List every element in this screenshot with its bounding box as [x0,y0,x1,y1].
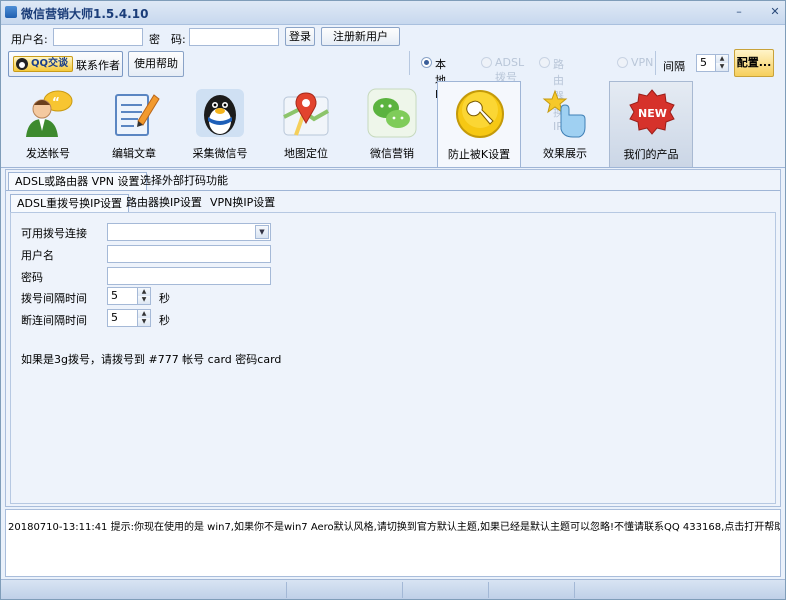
nav-tab-collect-wechat[interactable]: 采集微信号 [178,81,262,167]
app-window: 微信营销大师1.5.4.10 – ✕ 用户名: 密 码: 登录 注册新用户 QQ… [0,0,786,600]
help-button[interactable]: 使用帮助 [128,51,184,77]
disconnect-interval-label: 断连间隔时间 [21,314,87,327]
dial-connection-label: 可用拨号连接 [21,227,87,240]
settings-panel: ADSL或路由器 VPN 设置 选择外部打码功能 ADSL重拨号换IP设置 路由… [5,169,781,507]
nav-tab-label: 防止被K设置 [447,148,511,161]
nav-tab-label: 编辑文章 [112,147,156,160]
tab-external-captcha[interactable]: 选择外部打码功能 [134,172,234,191]
nav-tab-label: 地图定位 [284,147,328,160]
disconnect-interval-value: 5 [111,311,118,324]
log-panel[interactable]: 20180710-13:11:41 提示:你现在使用的是 win7,如果你不是w… [5,509,781,577]
radio-vpn[interactable] [617,57,628,68]
radio-router[interactable] [539,57,550,68]
adsl-password-input[interactable] [107,267,271,285]
username-label: 用户名 [21,249,54,262]
nav-tab-label: 微信营销 [370,147,414,160]
nav-tab-our-products[interactable]: NEW 我们的产品 [609,81,693,167]
nav-tab-label: 我们的产品 [623,148,679,161]
seconds-unit-label: 秒 [159,314,170,327]
interval-spinner[interactable]: 5 ▲ ▼ [696,54,729,72]
tab-adsl-redial[interactable]: ADSL重拨号换IP设置 [10,194,129,213]
edit-document-icon [115,94,160,136]
spin-down-icon[interactable]: ▼ [137,318,150,326]
tab-divider [6,190,780,191]
nav-divider [1,167,785,168]
dial-interval-spinner[interactable]: 5 ▲ ▼ [107,287,151,305]
radio-vpn-label: VPN [631,56,654,69]
qq-penguin-icon [16,58,28,70]
window-title: 微信营销大师1.5.4.10 [21,7,149,21]
dial-interval-value: 5 [111,289,118,302]
minimize-button[interactable]: – [731,6,747,20]
status-segment [403,582,489,598]
dial-connection-select[interactable]: ▼ [107,223,271,241]
svg-text:“: “ [52,95,60,109]
qq-badge-label: QQ交谈 [31,58,69,69]
config-button[interactable]: 配置... [734,49,774,77]
password-label: 密码 [21,271,43,284]
status-segment [489,582,575,598]
adsl-settings-form: 可用拨号连接 ▼ 用户名 密码 拨号间隔时间 5 ▲ ▼ 秒 断连间隔时间 5 … [10,212,776,504]
spin-up-icon[interactable]: ▲ [137,288,150,296]
login-button[interactable]: 登录 [285,27,315,46]
password-label: 密 码: [149,33,186,46]
seconds-unit-label: 秒 [159,292,170,305]
nav-tab-anti-ban-settings[interactable]: 防止被K设置 [437,81,521,167]
username-label: 用户名: [11,33,48,46]
contact-author-label: 联系作者 [76,59,120,72]
status-segment [287,582,403,598]
nav-tab-label: 效果展示 [543,147,587,160]
wechat-icon [367,88,417,138]
status-bar [1,579,785,599]
tab-adsl-router-vpn[interactable]: ADSL或路由器 VPN 设置 [8,172,147,191]
qq-penguin-icon [196,89,244,137]
qq-contact-button[interactable]: QQ交谈 联系作者 [8,51,123,77]
nav-tab-edit-article[interactable]: 编辑文章 [92,81,176,167]
new-badge-icon: NEW [629,89,675,135]
spin-up-icon[interactable]: ▲ [137,310,150,318]
chevron-down-icon[interactable]: ▼ [255,225,269,239]
main-nav: “ 发送帐号 编辑文章 采集微信号 地图定位 微信营销 防止被K设置 效果展示 … [1,81,785,167]
user-chat-icon: “ [26,90,73,137]
pointer-star-icon [542,89,586,138]
spin-up-icon[interactable]: ▲ [715,55,728,63]
svg-text:NEW: NEW [638,107,667,120]
tab-router-ip[interactable]: 路由器换IP设置 [120,194,208,213]
password-input[interactable] [189,28,279,46]
disconnect-interval-spinner[interactable]: 5 ▲ ▼ [107,309,151,327]
qq-badge: QQ交谈 [13,56,73,72]
username-input[interactable] [53,28,143,46]
radio-adsl[interactable] [481,57,492,68]
nav-tab-map-location[interactable]: 地图定位 [264,81,348,167]
nav-tab-label: 发送帐号 [26,147,70,160]
interval-label: 间隔 [663,60,685,73]
nav-tab-wechat-marketing[interactable]: 微信营销 [350,81,434,167]
interval-value: 5 [700,56,707,69]
tab-vpn-ip[interactable]: VPN换IP设置 [204,194,281,213]
close-button[interactable]: ✕ [767,6,783,20]
nav-tab-send-account[interactable]: “ 发送帐号 [6,81,90,167]
status-segment [1,582,287,598]
separator [655,51,656,75]
register-button[interactable]: 注册新用户 [321,27,400,46]
spin-down-icon[interactable]: ▼ [137,296,150,304]
nav-tab-label: 采集微信号 [192,147,248,160]
spin-down-icon[interactable]: ▼ [715,63,728,71]
nav-tab-effect-display[interactable]: 效果展示 [523,81,607,167]
3g-dial-note: 如果是3g拨号，请拨号到 #777 帐号 card 密码card [21,353,282,366]
wrench-icon [456,90,504,138]
adsl-username-input[interactable] [107,245,271,263]
title-bar: 微信营销大师1.5.4.10 – ✕ [1,1,785,25]
log-line: 20180710-13:11:41 提示:你现在使用的是 win7,如果你不是w… [8,522,781,533]
app-icon [5,6,17,18]
separator [409,51,410,75]
map-pin-icon [283,92,329,136]
radio-local-ip[interactable] [421,57,432,68]
dial-interval-label: 拨号间隔时间 [21,292,87,305]
